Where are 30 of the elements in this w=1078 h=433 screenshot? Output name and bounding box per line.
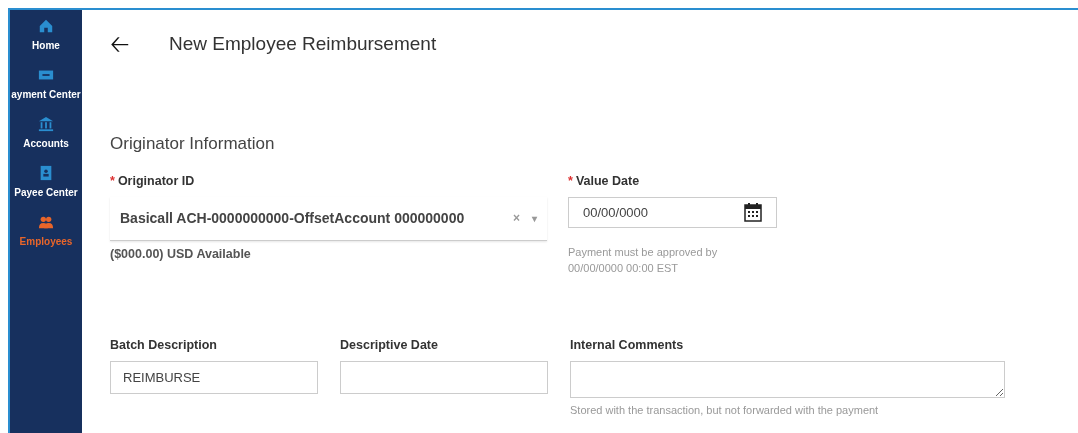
back-arrow-button[interactable]: 🡠 xyxy=(110,32,129,57)
date-field[interactable]: 00/00/0000 xyxy=(568,196,777,228)
field-hint: Payment must be approved by xyxy=(568,244,719,260)
field-label: Batch Description xyxy=(110,336,218,354)
section-title: Originator Information xyxy=(110,132,276,155)
bank-icon xyxy=(38,116,54,132)
field-label: Internal Comments xyxy=(570,336,685,354)
available-balance: ($000.00) USD Available xyxy=(110,245,252,263)
people-icon xyxy=(38,214,54,230)
descriptive-date-field[interactable] xyxy=(340,360,548,394)
caret-icon: ▾ xyxy=(532,210,537,226)
field-hint: 00/00/0000 00:00 EST xyxy=(568,260,680,276)
page-title: New Employee Reimbursement xyxy=(169,32,437,56)
field-label: Value Date xyxy=(575,174,640,188)
internal-comments-field[interactable] xyxy=(570,360,1005,398)
sidebar-item[interactable]: Accounts xyxy=(23,116,69,151)
sidebar-item[interactable]: Home xyxy=(32,18,60,53)
home-icon xyxy=(38,18,54,34)
sidebar-item[interactable]: Employees xyxy=(19,214,73,249)
field-label: Originator ID xyxy=(117,174,195,188)
required-mark: * xyxy=(568,174,573,188)
sidebar-item[interactable]: ayment Center xyxy=(11,67,81,102)
batch-description-field[interactable]: REIMBURSE xyxy=(110,360,318,394)
sidebar-item[interactable]: Payee Center xyxy=(14,165,78,200)
originator-select[interactable]: Basicall ACH-0000000000-OffsetAccount 000000000 × ▾ xyxy=(110,196,547,241)
required-mark: * xyxy=(110,174,115,188)
field-hint: Stored with the transaction, but not forwarded with the payment xyxy=(570,402,880,418)
contact-card-icon xyxy=(38,165,54,181)
calendar-icon[interactable] xyxy=(744,202,762,223)
field-label: Descriptive Date xyxy=(340,336,439,354)
